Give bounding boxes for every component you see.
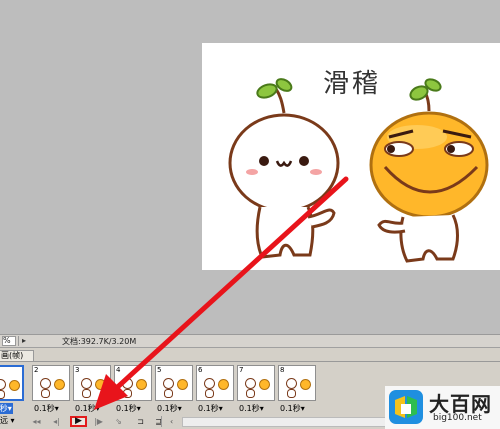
thumb-body-icon [41, 389, 50, 398]
thumb-white-mascot-icon [0, 379, 6, 390]
frame-thumbnail: 3 [73, 365, 111, 401]
animation-frame-2[interactable]: 2 0.1秒▾ [32, 365, 70, 415]
tab-animation-frames[interactable]: 画(帧) [0, 350, 34, 362]
frame-delay-select[interactable]: 0.1秒▾ [116, 403, 141, 414]
animation-frame-6[interactable]: 6 0.1秒▾ [196, 365, 234, 415]
watermark-logo-icon [389, 390, 423, 424]
frame-delay-select[interactable]: 0.1秒▾ [157, 403, 182, 414]
thumb-white-mascot-icon [40, 378, 51, 389]
frame-number: 3 [75, 366, 80, 374]
duplicate-frame-button[interactable]: ⊐ [132, 416, 149, 427]
frame-thumbnail: 7 [237, 365, 275, 401]
play-button[interactable]: ▶ [70, 416, 87, 427]
thumb-orange-mascot-icon [218, 379, 229, 390]
loop-options-select[interactable]: 远 ▾ [0, 416, 24, 427]
zoom-field[interactable]: % [2, 336, 16, 346]
animation-frame-1[interactable]: 1 0.1秒▾ [0, 365, 24, 415]
frame-delay-select[interactable]: 0.1秒▾ [75, 403, 100, 414]
workspace: 滑稽 [0, 0, 500, 334]
frame-number: 6 [198, 366, 203, 374]
frame-delay-select[interactable]: 0.1秒▾ [239, 403, 264, 414]
frame-number: 2 [34, 366, 39, 374]
thumb-white-mascot-icon [122, 378, 133, 389]
animation-frame-7[interactable]: 7 0.1秒▾ [237, 365, 275, 415]
frame-number: 8 [280, 366, 285, 374]
animation-frame-5[interactable]: 5 0.1秒▾ [155, 365, 193, 415]
thumb-orange-mascot-icon [95, 379, 106, 390]
thumb-body-icon [205, 389, 214, 398]
animation-frame-3[interactable]: 3 0.1秒▾ [73, 365, 111, 415]
thumb-orange-mascot-icon [54, 379, 65, 390]
frame-thumbnail: 2 [32, 365, 70, 401]
scroll-left-arrow-icon[interactable]: ‹ [170, 417, 182, 427]
document-canvas[interactable]: 滑稽 [202, 43, 500, 270]
next-frame-button[interactable]: |▶ [90, 416, 107, 427]
frame-thumbnail: 1 [0, 365, 24, 401]
watermark: 大百网 big100.net [385, 386, 500, 429]
thumb-white-mascot-icon [163, 378, 174, 389]
thumb-white-mascot-icon [81, 378, 92, 389]
status-bar: % ▸ 文档:392.7K/3.20M [0, 334, 500, 347]
thumb-orange-mascot-icon [300, 379, 311, 390]
document-info: 文档:392.7K/3.20M [62, 337, 137, 346]
thumb-orange-mascot-icon [9, 380, 20, 391]
animation-frame-4[interactable]: 4 0.1秒▾ [114, 365, 152, 415]
previous-frame-button[interactable]: ◂| [48, 416, 65, 427]
animation-frame-8[interactable]: 8 0.1秒▾ [278, 365, 316, 415]
first-frame-button[interactable]: ◂◂ [28, 416, 45, 427]
status-divider [18, 336, 19, 346]
frame-delay-select[interactable]: 0.1秒▾ [198, 403, 223, 414]
frame-number: 4 [116, 366, 121, 374]
tab-divider [34, 361, 500, 362]
thumb-body-icon [123, 389, 132, 398]
watermark-url: big100.net [433, 413, 482, 423]
thumb-body-icon [0, 390, 5, 399]
controls-divider [161, 416, 162, 427]
tween-button[interactable]: ⇘ [110, 416, 127, 427]
status-menu-arrow-icon[interactable]: ▸ [22, 336, 26, 345]
delete-frame-button[interactable]: ⊒ [150, 416, 167, 427]
thumb-orange-mascot-icon [136, 379, 147, 390]
frame-thumbnail: 8 [278, 365, 316, 401]
thumb-orange-mascot-icon [177, 379, 188, 390]
thumb-body-icon [287, 389, 296, 398]
frame-thumbnail: 6 [196, 365, 234, 401]
frame-number: 7 [239, 366, 244, 374]
white-mascot-icon [228, 78, 340, 259]
thumb-body-icon [246, 389, 255, 398]
thumb-white-mascot-icon [286, 378, 297, 389]
thumb-body-icon [164, 389, 173, 398]
frame-delay-select[interactable]: 0.1秒▾ [34, 403, 59, 414]
frame-thumbnail: 4 [114, 365, 152, 401]
thumb-white-mascot-icon [204, 378, 215, 389]
frame-number: 5 [157, 366, 162, 374]
thumb-orange-mascot-icon [259, 379, 270, 390]
frame-thumbnail: 5 [155, 365, 193, 401]
frame-delay-select[interactable]: 0.1秒▾ [0, 403, 13, 414]
thumb-white-mascot-icon [245, 378, 256, 389]
frame-delay-select[interactable]: 0.1秒▾ [280, 403, 305, 414]
thumb-body-icon [82, 389, 91, 398]
orange-mascot-icon [369, 78, 489, 263]
